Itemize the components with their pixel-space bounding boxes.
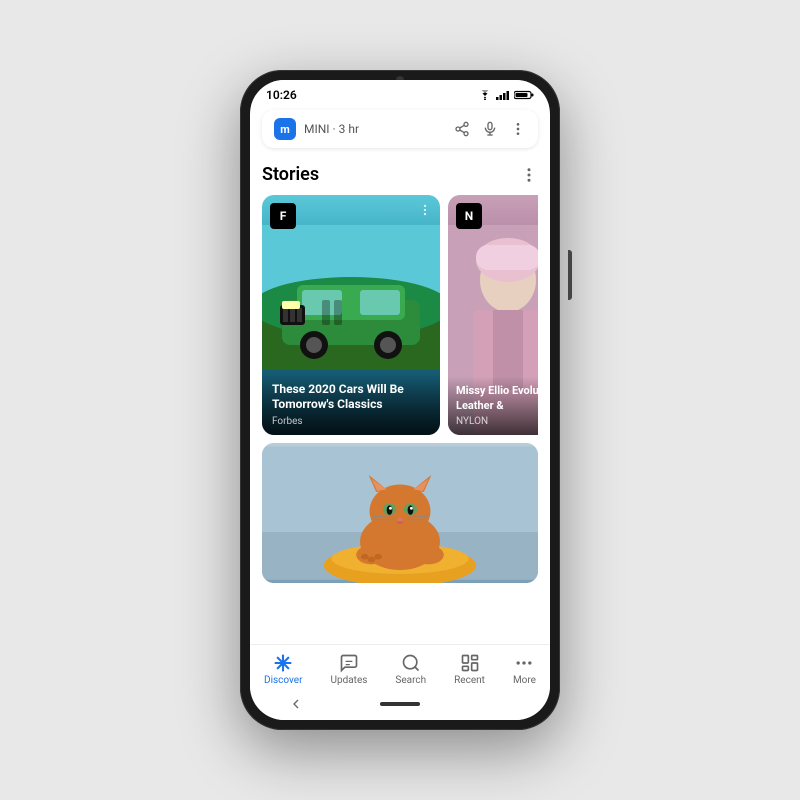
bottom-nav: Discover Updates Search bbox=[250, 644, 550, 690]
nav-item-more[interactable]: More bbox=[513, 653, 536, 686]
recent-icon bbox=[460, 653, 480, 673]
cat-scene bbox=[262, 443, 538, 583]
car-scene bbox=[262, 225, 440, 370]
story-cards-row: F bbox=[262, 195, 538, 435]
more-icon bbox=[514, 653, 534, 673]
stories-title: Stories bbox=[262, 164, 319, 185]
card2-headline: Missy Ellio Evolution Leather & bbox=[456, 384, 538, 413]
card1-headline: These 2020 Cars Will Be Tomorrow's Class… bbox=[272, 382, 430, 413]
updates-icon bbox=[339, 653, 359, 673]
forbes-badge: F bbox=[270, 203, 296, 229]
nylon-badge: N bbox=[456, 203, 482, 229]
discover-label: Discover bbox=[264, 675, 303, 686]
card2-source: NYLON bbox=[456, 416, 538, 427]
main-content: Stories F bbox=[250, 152, 550, 644]
status-time: 10:26 bbox=[266, 88, 297, 102]
search-label: Search bbox=[395, 675, 426, 686]
more-label: More bbox=[513, 675, 536, 686]
notif-more-icon[interactable] bbox=[510, 121, 526, 137]
status-bar: 10:26 bbox=[250, 80, 550, 106]
home-indicator bbox=[380, 702, 420, 706]
card1-source: Forbes bbox=[272, 416, 430, 427]
back-arrow-icon[interactable] bbox=[288, 696, 304, 712]
share-icon[interactable] bbox=[454, 121, 470, 137]
notif-app-icon: m bbox=[274, 118, 296, 140]
stories-header: Stories bbox=[262, 152, 538, 195]
story-card-nylon[interactable]: N bbox=[448, 195, 538, 435]
notification-bar[interactable]: m MINI · 3 hr bbox=[262, 110, 538, 148]
nav-item-updates[interactable]: Updates bbox=[331, 653, 368, 686]
status-icons bbox=[478, 90, 534, 100]
mic-icon[interactable] bbox=[482, 121, 498, 137]
cat-card[interactable] bbox=[262, 443, 538, 583]
nav-item-recent[interactable]: Recent bbox=[454, 653, 485, 686]
stories-menu-icon[interactable] bbox=[520, 166, 538, 184]
phone-outer: 10:26 bbox=[240, 70, 560, 730]
card1-menu-icon[interactable] bbox=[418, 203, 432, 217]
nav-item-discover[interactable]: Discover bbox=[264, 653, 303, 686]
car-illustration bbox=[262, 225, 440, 370]
wifi-icon bbox=[478, 90, 492, 100]
battery-icon bbox=[514, 90, 534, 100]
nav-item-search[interactable]: Search bbox=[395, 653, 426, 686]
recent-label: Recent bbox=[454, 675, 485, 686]
updates-label: Updates bbox=[331, 675, 368, 686]
android-nav bbox=[250, 690, 550, 720]
card1-text-overlay: These 2020 Cars Will Be Tomorrow's Class… bbox=[262, 374, 440, 435]
search-icon bbox=[401, 653, 421, 673]
notif-actions bbox=[454, 121, 526, 137]
power-button bbox=[568, 250, 572, 300]
story-card-forbes[interactable]: F bbox=[262, 195, 440, 435]
signal-icon bbox=[496, 90, 510, 100]
discover-icon bbox=[273, 653, 293, 673]
card2-text-overlay: Missy Ellio Evolution Leather & NYLON bbox=[448, 376, 538, 435]
notif-text: MINI · 3 hr bbox=[304, 122, 446, 136]
cat-illustration bbox=[262, 443, 538, 583]
phone-screen: 10:26 bbox=[250, 80, 550, 720]
